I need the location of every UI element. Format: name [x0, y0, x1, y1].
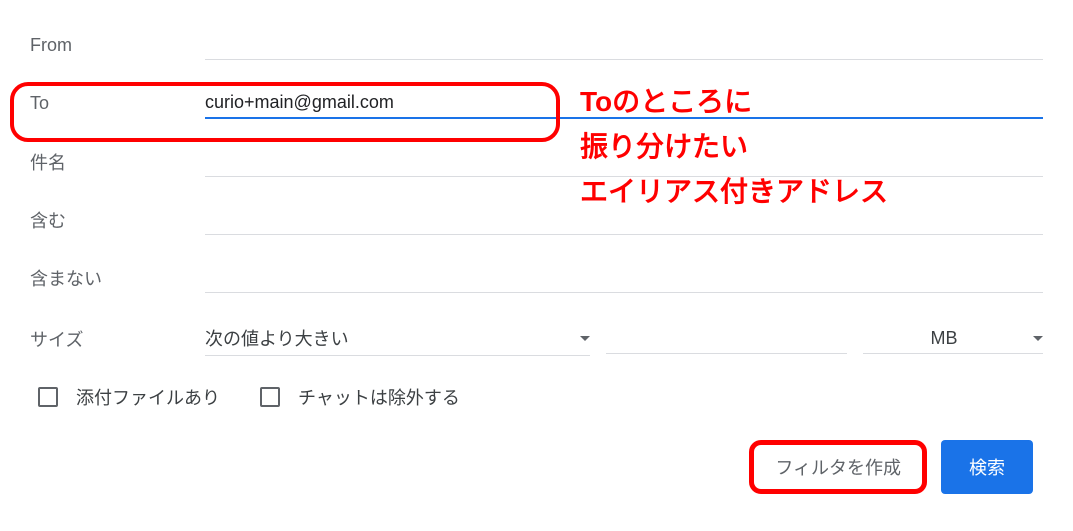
subject-row: 件名 [30, 147, 1043, 177]
dropdown-arrow-icon [580, 336, 590, 341]
checkbox-icon [38, 387, 58, 407]
dropdown-arrow-icon [1033, 336, 1043, 341]
create-filter-button[interactable]: フィルタを作成 [755, 442, 921, 492]
to-label: To [30, 93, 205, 114]
excludes-row: 含まない [30, 263, 1043, 293]
create-filter-label: フィルタを作成 [775, 458, 901, 478]
size-value-input[interactable] [606, 324, 847, 354]
exclude-chat-label: チャットは除外する [298, 384, 460, 410]
includes-label: 含む [30, 207, 205, 233]
size-label: サイズ [30, 326, 205, 352]
annotation-line: エイリアス付きアドレス [580, 170, 888, 215]
includes-row: 含む [30, 205, 1043, 235]
search-label: 検索 [969, 458, 1005, 478]
has-attachment-label: 添付ファイルあり [76, 384, 220, 410]
from-label: From [30, 35, 205, 56]
subject-label: 件名 [30, 149, 205, 175]
size-unit-select[interactable]: MB [863, 324, 1043, 354]
annotation-line: Toのところに [580, 80, 888, 125]
from-input[interactable] [205, 30, 1043, 60]
exclude-chat-checkbox[interactable]: チャットは除外する [260, 384, 460, 410]
size-compare-select[interactable]: 次の値より大きい [205, 321, 590, 356]
from-row: From [30, 30, 1043, 60]
size-unit-text: MB [931, 328, 958, 349]
checkbox-row: 添付ファイルあり チャットは除外する [30, 384, 1043, 410]
button-row: フィルタを作成 検索 [30, 440, 1043, 494]
excludes-input[interactable] [205, 263, 1043, 293]
to-row: To [30, 88, 1043, 119]
size-row: サイズ 次の値より大きい MB [30, 321, 1043, 356]
excludes-label: 含まない [30, 265, 205, 291]
size-compare-text: 次の値より大きい [205, 325, 349, 351]
has-attachment-checkbox[interactable]: 添付ファイルあり [38, 384, 220, 410]
checkbox-icon [260, 387, 280, 407]
search-button[interactable]: 検索 [941, 440, 1033, 494]
filter-form: From To 件名 含む 含まない サイズ 次の値より大きい MB 添付ファイ… [0, 0, 1073, 514]
annotation-text: Toのところに 振り分けたい エイリアス付きアドレス [580, 80, 888, 214]
annotation-line: 振り分けたい [580, 125, 888, 170]
